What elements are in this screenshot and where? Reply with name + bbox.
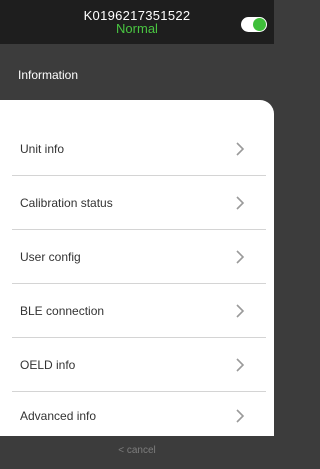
- menu-item-label: Calibration status: [20, 196, 113, 210]
- menu-item-label: Unit info: [20, 142, 65, 156]
- menu-item-user-config[interactable]: User config: [12, 230, 266, 284]
- menu-item-label: Advanced info: [20, 409, 97, 423]
- menu-item-ble-connection[interactable]: BLE connection: [12, 284, 266, 338]
- device-status: Normal: [116, 21, 158, 36]
- menu-item-advanced-info[interactable]: Advanced info: [12, 392, 266, 436]
- menu-item-label: OELD info: [20, 358, 76, 372]
- connection-toggle[interactable]: [241, 17, 267, 32]
- menu-item-calibration-status[interactable]: Calibration status: [12, 176, 266, 230]
- chevron-right-icon: [236, 304, 245, 318]
- chevron-right-icon: [236, 250, 245, 264]
- menu-item-label: User config: [20, 250, 81, 264]
- footer-bar: < cancel: [0, 436, 274, 469]
- menu-card: Unit info Calibration status User config…: [0, 100, 274, 436]
- cancel-button[interactable]: < cancel: [0, 445, 274, 456]
- chevron-right-icon: [236, 358, 245, 372]
- section-title: Information: [18, 68, 79, 82]
- menu-item-label: BLE connection: [20, 304, 105, 318]
- menu-item-unit-info[interactable]: Unit info: [12, 122, 266, 176]
- section-header: Information: [0, 44, 274, 106]
- top-bar: K0196217351522 Normal: [0, 0, 274, 44]
- chevron-right-icon: [236, 196, 245, 210]
- chevron-right-icon: [236, 142, 245, 156]
- toggle-knob: [253, 18, 266, 31]
- chevron-right-icon: [236, 409, 245, 423]
- menu-item-oeld-info[interactable]: OELD info: [12, 338, 266, 392]
